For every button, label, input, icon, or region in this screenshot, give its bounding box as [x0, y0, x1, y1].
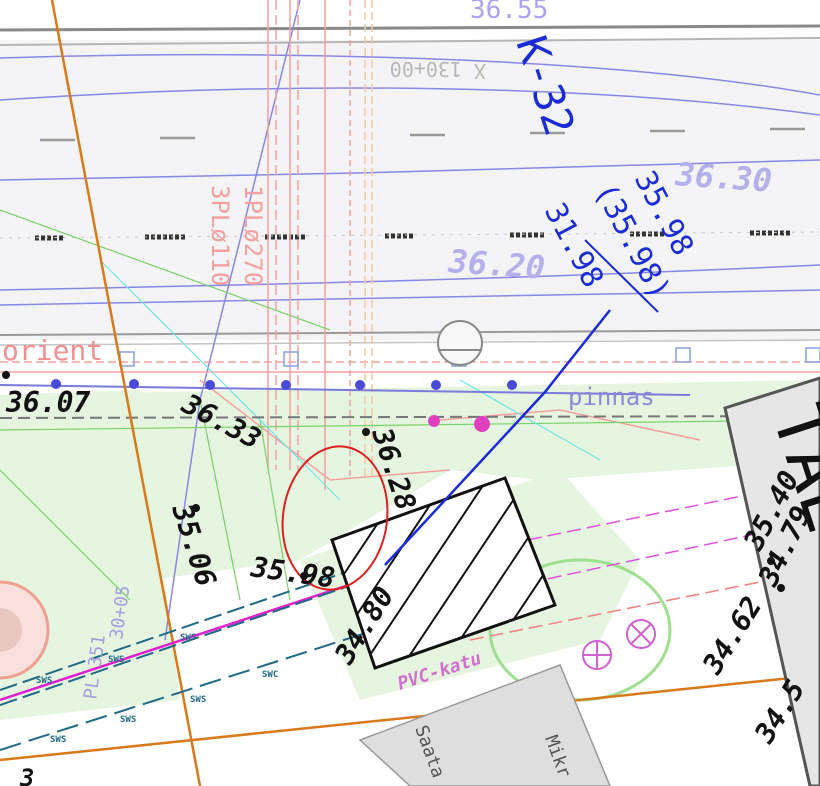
elevation-label: 36.07 — [5, 386, 90, 419]
orient-text: orient — [2, 334, 103, 367]
cable-code-tag: SWC — [262, 670, 278, 680]
top-elevation-label: 36.55 — [470, 0, 548, 25]
cable-code-tag: SWS — [190, 695, 206, 705]
magenta-point — [428, 415, 440, 427]
station-prefix: X — [474, 59, 486, 83]
cable-code-tag: SWS — [180, 633, 196, 643]
pipe-label-2: 3PLø110 — [206, 185, 234, 286]
bottom-partial-label: 3 — [19, 764, 34, 786]
map-canvas[interactable]: SWS SWS SWS SWS SWS SWS SWC SWS SWC — [0, 0, 820, 786]
manhole — [437, 320, 483, 366]
pipe-label-1: 1PLø270 — [239, 185, 267, 286]
magenta-point — [474, 416, 490, 432]
map-drawing: SWS SWS SWS SWS SWS SWS SWC SWS SWC — [0, 0, 820, 786]
cable-code-tag: SWS — [50, 735, 66, 745]
cable-code-tag: SWS — [108, 655, 124, 665]
pinnas-text: pinnas — [568, 383, 655, 411]
cable-code-tag: SWS — [120, 715, 136, 725]
road-elevation-2: 36.20 — [446, 242, 546, 287]
road-elevation-1: 36.30 — [673, 155, 773, 200]
station-label: 130+00 — [390, 57, 462, 81]
cable-code-tag: SWS — [36, 676, 52, 686]
